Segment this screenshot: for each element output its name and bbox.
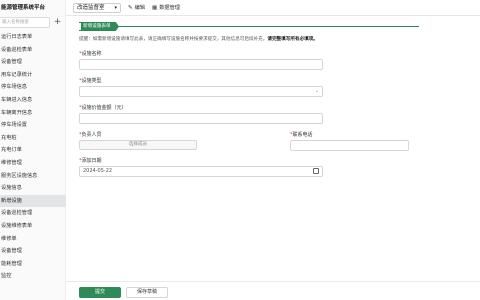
name-field[interactable] [79, 59, 323, 70]
sidebar-item[interactable]: 维修管理 [0, 157, 66, 170]
type-select[interactable]: ⌄ [79, 86, 323, 97]
calendar-icon [313, 168, 319, 174]
data-manage-label: 数据管理 [159, 5, 180, 11]
sidebar-item[interactable]: 充电桩 [0, 132, 66, 145]
sidebar-item[interactable]: 设备管理 [0, 245, 66, 258]
owner-label: *负责人员 [79, 132, 102, 138]
sidebar: 能源管理系统平台 输入名称搜索 + 运行日志表单 设备巡检表单 设备管理 用车记… [0, 0, 66, 300]
type-label: *设施类型 [79, 78, 102, 84]
edit-label: 编辑 [134, 5, 145, 11]
price-label: *设施价值金额（元） [79, 105, 127, 111]
form-tab: 新增设施表单 [79, 22, 119, 31]
save-draft-button[interactable]: 保存草稿 [126, 287, 168, 298]
sidebar-item[interactable]: 设施维修表单 [0, 220, 66, 233]
date-field[interactable]: 2024-05-22 [79, 166, 323, 177]
form-tab-label: 新增设施表单 [83, 24, 111, 29]
sidebar-item[interactable]: 车辆离开信息 [0, 107, 66, 120]
sidebar-item-active[interactable]: 新增设施 [0, 194, 66, 208]
sidebar-item[interactable]: 用车记录统计 [0, 69, 66, 82]
sidebar-item[interactable]: 维修单 [0, 233, 66, 246]
grid-icon: ▦ [152, 5, 158, 11]
sidebar-item[interactable]: 运行日志表单 [0, 31, 66, 44]
form-footer: 提交 保存草稿 [66, 281, 480, 300]
phone-label: *联系电话 [290, 132, 313, 138]
date-label: *添加日期 [79, 158, 102, 164]
sidebar-list: 运行日志表单 设备巡检表单 设备管理 用车记录统计 停车场信息 车辆进入信息 车… [0, 31, 66, 283]
sidebar-item[interactable]: 设施信息 [0, 182, 66, 195]
pencil-icon: ✎ [128, 5, 133, 11]
notice-highlight: 请完整填写所有必填项。 [267, 37, 318, 42]
context-select[interactable]: 改造监督室 ▾ [73, 3, 121, 13]
sidebar-search-input[interactable]: 输入名称搜索 [0, 17, 50, 28]
sidebar-item[interactable]: 充电订单 [0, 144, 66, 157]
sidebar-item[interactable]: 车辆进入信息 [0, 94, 66, 107]
sidebar-item[interactable]: 能耗管理 [0, 258, 66, 271]
context-select-value: 改造监督室 [77, 5, 105, 11]
name-label: *设施名称 [79, 51, 102, 57]
sidebar-item[interactable]: 停车场信息 [0, 81, 66, 94]
chevron-down-icon: ▾ [114, 5, 117, 11]
sidebar-item[interactable]: 停车场设置 [0, 119, 66, 132]
chevron-down-icon: ⌄ [314, 88, 319, 94]
form-area: 新增设施表单 提醒：如需新增设施请填写此表，请正确填写设施名称并按要求提交，其他… [66, 17, 480, 300]
top-bar: 改造监督室 ▾ ✎ 编辑 ▦ 数据管理 [66, 0, 480, 16]
sidebar-item[interactable]: 设备巡检管理 [0, 207, 66, 220]
form-notice: 提醒：如需新增设施请填写此表，请正确填写设施名称并按要求提交，其他信息可后续补充… [79, 36, 318, 42]
tab-underline [79, 26, 419, 27]
edit-button[interactable]: ✎ 编辑 [128, 3, 145, 13]
select-member-button[interactable]: 选择成员 [79, 140, 197, 150]
phone-field[interactable] [290, 140, 409, 151]
notice-text: 提醒：如需新增设施请填写此表，请正确填写设施名称并按要求提交，其他信息可后续补充… [79, 37, 268, 42]
data-manage-button[interactable]: ▦ 数据管理 [152, 3, 180, 13]
app-title: 能源管理系统平台 [1, 5, 46, 11]
tab-marker [79, 23, 81, 30]
price-field[interactable] [79, 113, 323, 124]
sidebar-item[interactable]: 监控 [0, 270, 66, 283]
sidebar-item[interactable]: 设备管理 [0, 56, 66, 69]
submit-button[interactable]: 提交 [79, 287, 121, 298]
sidebar-item[interactable]: 设备巡检表单 [0, 44, 66, 57]
sidebar-item[interactable]: 服务区设施信息 [0, 170, 66, 183]
add-icon[interactable]: + [52, 17, 63, 28]
date-value: 2024-05-22 [83, 168, 113, 174]
